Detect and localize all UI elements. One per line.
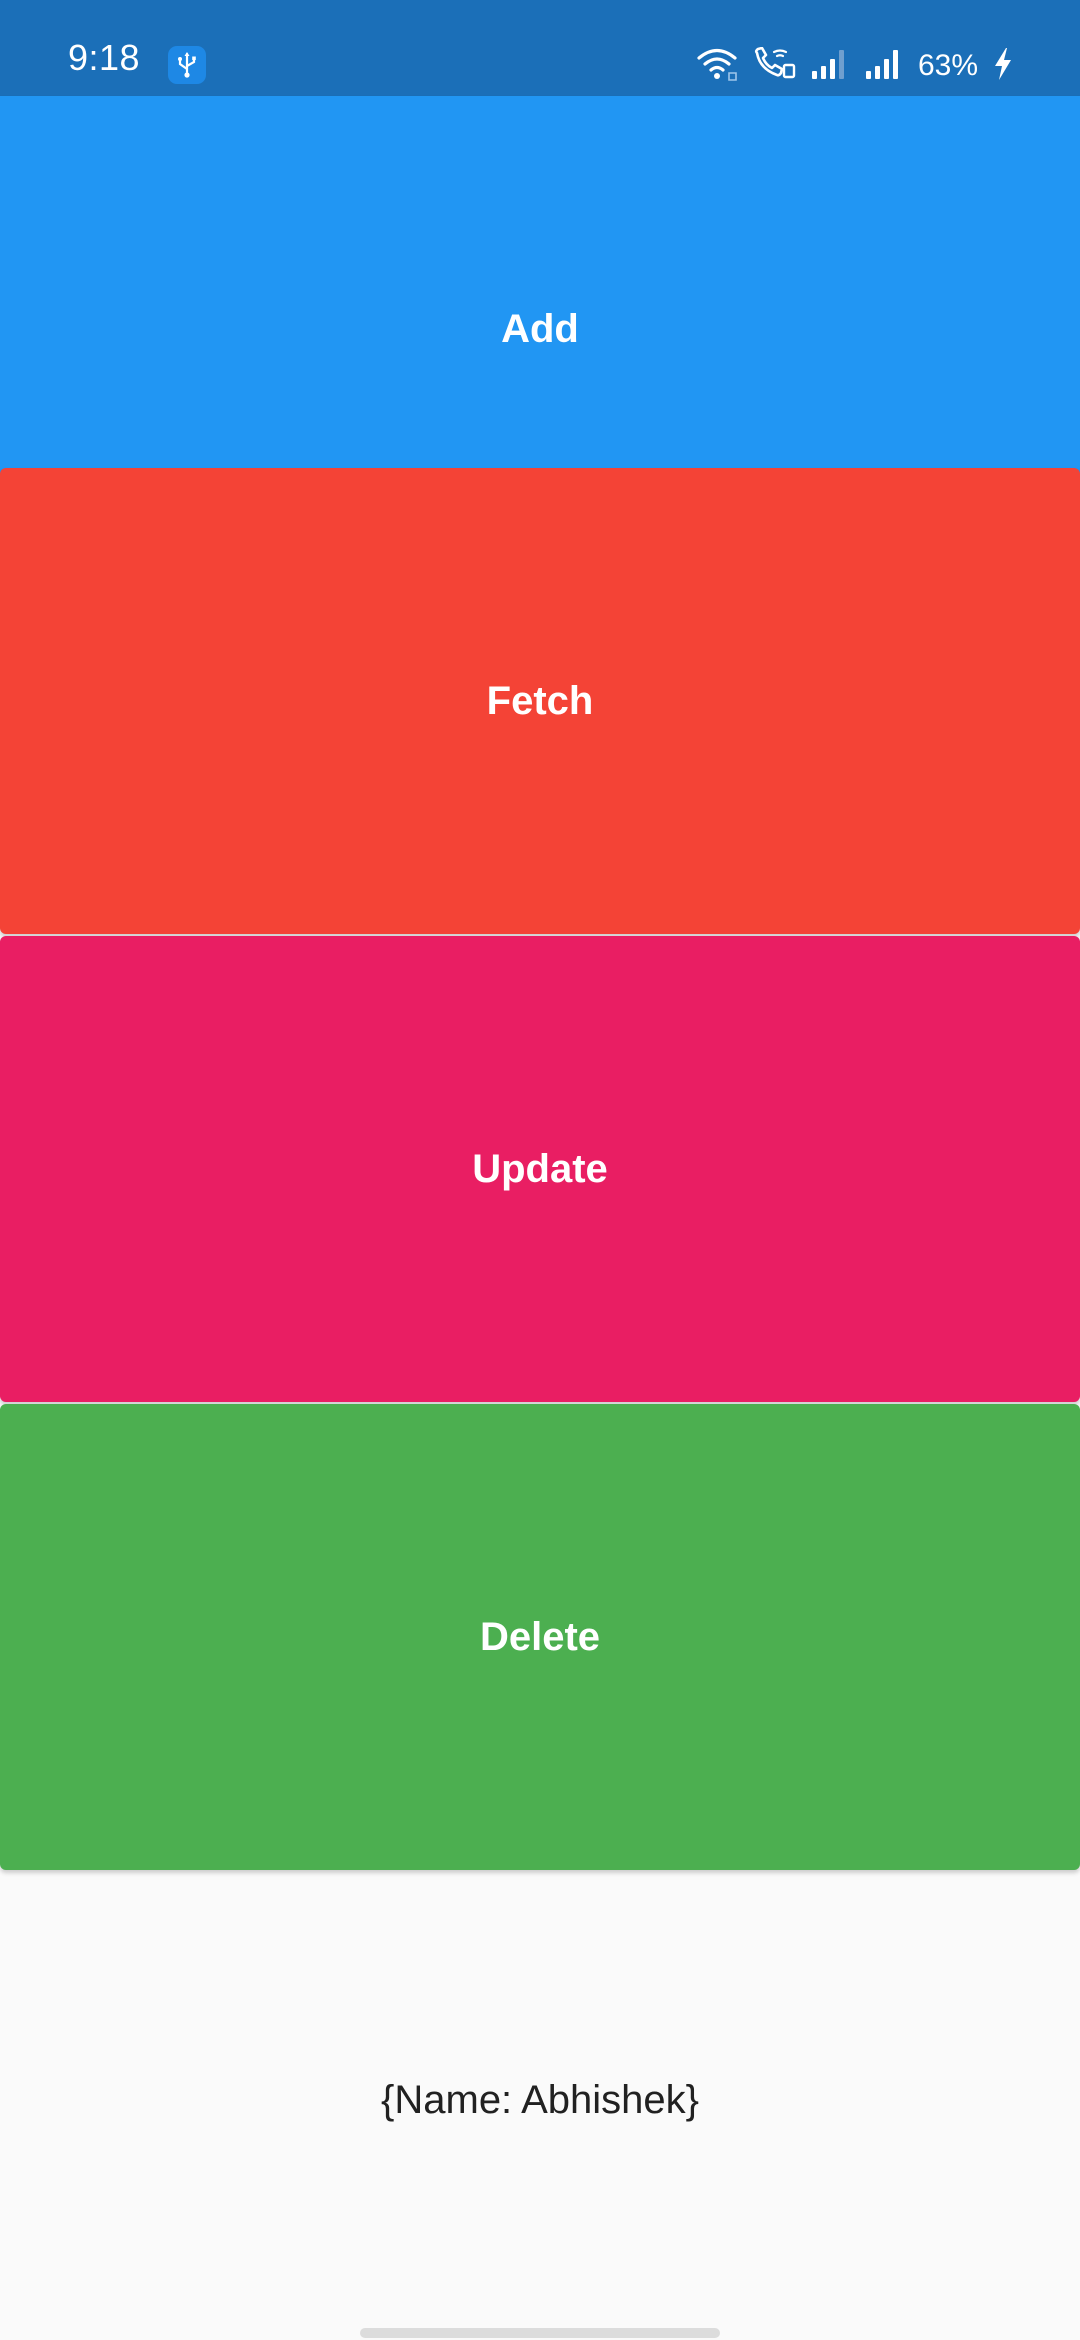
wifi-icon xyxy=(696,47,738,86)
fetch-button[interactable]: Fetch xyxy=(0,468,1080,934)
charging-icon xyxy=(992,47,1014,86)
update-button-label: Update xyxy=(472,1146,608,1191)
signal-icon xyxy=(810,47,850,86)
wifi-calling-icon xyxy=(752,46,796,86)
delete-button-label: Delete xyxy=(479,1614,601,1659)
usb-icon xyxy=(168,46,206,84)
result-text: {Name: Abhishek} xyxy=(381,2078,699,2122)
signal-icon xyxy=(864,47,904,86)
add-button-label: Add xyxy=(501,306,579,351)
status-time: 9:18 xyxy=(68,37,141,78)
gesture-navigation-bar[interactable] xyxy=(360,2328,720,2338)
delete-button[interactable]: Delete xyxy=(0,1404,1080,1870)
fetch-button-label: Fetch xyxy=(486,678,594,723)
status-bar: 9:18 63% xyxy=(0,0,1080,96)
status-icons: 63% xyxy=(696,46,1014,86)
battery-percent: 63% xyxy=(917,49,978,82)
update-button[interactable]: Update xyxy=(0,936,1080,1402)
